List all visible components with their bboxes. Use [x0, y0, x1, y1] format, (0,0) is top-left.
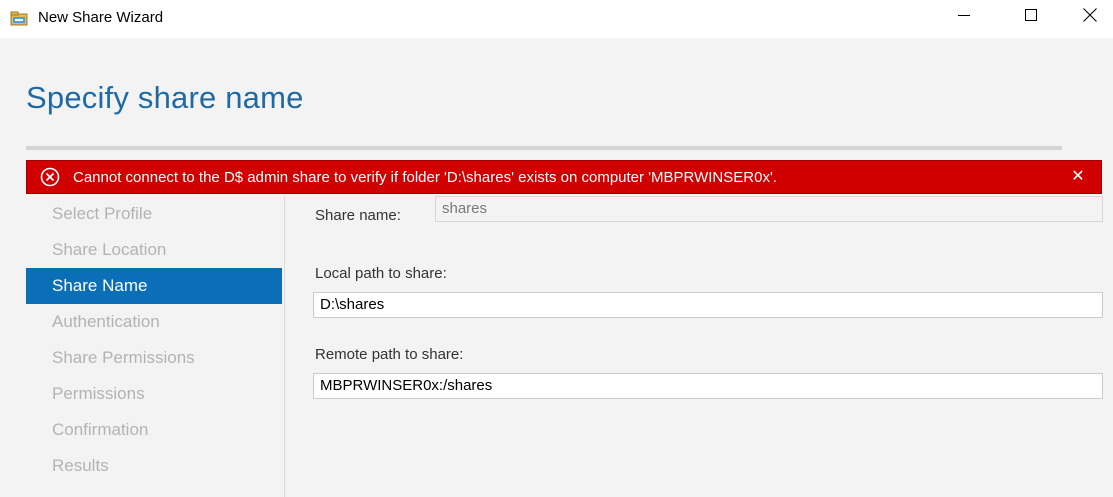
title-bar: New Share Wizard [0, 0, 1113, 38]
minimize-button[interactable] [941, 0, 987, 34]
nav-item-results: Results [52, 456, 109, 475]
window-title: New Share Wizard [38, 9, 164, 26]
close-window-button[interactable] [1067, 0, 1113, 34]
error-message: Cannot connect to the D$ admin share to … [73, 169, 777, 186]
remote-path-label: Remote path to share: [315, 346, 464, 363]
nav-item-confirmation: Confirmation [52, 420, 149, 439]
remote-path-field[interactable]: MBPRWINSER0x:/shares [313, 373, 1103, 399]
share-folder-icon [10, 10, 28, 26]
minimize-icon [958, 8, 970, 26]
nav-item-share-location: Share Location [52, 240, 167, 259]
maximize-button[interactable] [1008, 0, 1054, 34]
nav-item-share-name[interactable]: Share Name [26, 268, 282, 304]
nav-divider [284, 196, 285, 497]
dismiss-error-button[interactable]: ✕ [1069, 167, 1087, 187]
share-name-label: Share name: [315, 207, 401, 224]
heading-divider [26, 146, 1062, 150]
local-path-field[interactable]: D:\shares [313, 292, 1103, 318]
page-title: Specify share name [26, 80, 304, 115]
close-icon [1083, 7, 1097, 27]
nav-item-select-profile: Select Profile [52, 204, 153, 223]
nav-item-permissions: Permissions [52, 384, 145, 403]
nav-item-authentication: Authentication [52, 312, 160, 331]
error-banner: Cannot connect to the D$ admin share to … [26, 160, 1102, 194]
maximize-icon [1025, 8, 1037, 26]
local-path-label: Local path to share: [315, 265, 447, 282]
wizard-window: New Share Wizard Specify share name Cann… [0, 0, 1113, 497]
error-circle-icon [40, 167, 60, 187]
share-name-field[interactable]: shares [435, 196, 1103, 222]
nav-item-share-permissions: Share Permissions [52, 348, 195, 367]
wizard-steps-nav: Select Profile Share Location Share Name… [26, 196, 282, 484]
